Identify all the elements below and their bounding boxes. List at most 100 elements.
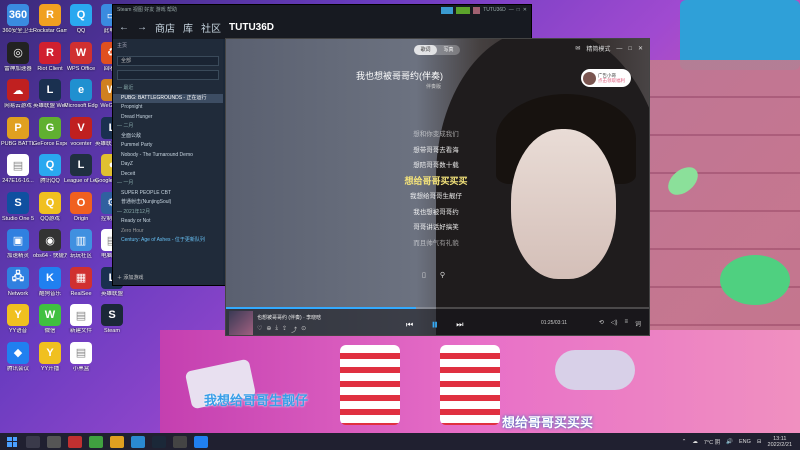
desktop-icon[interactable]: S Studio One 5 — [2, 191, 34, 223]
desktop-icon[interactable]: ▤ 小黑盒 — [66, 341, 96, 373]
taskbar-pubg-icon[interactable] — [110, 435, 124, 448]
next-icon[interactable]: ⏭ — [456, 320, 463, 330]
nav-username[interactable]: TUTU36D — [229, 22, 274, 33]
toggle-photo[interactable]: 写真 — [437, 45, 460, 55]
desktop-icon[interactable]: GGeForce Experience — [33, 116, 67, 148]
playlist-icon[interactable]: ≡ — [624, 319, 628, 328]
mail-icon[interactable]: ✉ — [575, 45, 580, 52]
lyric-line[interactable]: 想和你变成我们 — [356, 127, 516, 143]
desktop-icon[interactable]: ▥ 玩玩社区 — [66, 229, 96, 260]
lyric-line[interactable]: 我也想被哥哥约 — [356, 205, 516, 221]
library-game-item[interactable]: Zero Hour — [113, 227, 223, 237]
forward-icon[interactable]: ⤴ — [291, 325, 297, 334]
library-game-item[interactable]: Propnight — [113, 103, 223, 113]
add-game-button[interactable]: ＋ 添加游戏 — [117, 274, 143, 281]
desktop-icon[interactable]: PPUBG BATTLEGROUNDS — [1, 116, 35, 148]
previous-icon[interactable]: ⏮ — [406, 320, 413, 330]
lyric-line[interactable]: 而且帅气有礼貌 — [356, 236, 516, 252]
share-icon[interactable]: ⇪ — [282, 325, 287, 334]
desktop-lyrics-button[interactable]: 词 — [635, 319, 641, 328]
lyric-line[interactable]: 我想给哥哥生靓仔 — [356, 189, 516, 205]
desktop-icon[interactable]: Y YY语音 — [3, 304, 33, 335]
library-game-item[interactable]: Ready or Not — [113, 217, 223, 227]
taskbar-obs-icon[interactable] — [173, 435, 187, 448]
library-game-item[interactable]: Nobody - The Turnaround Demo — [113, 151, 223, 161]
weather-icon[interactable]: ☁ — [692, 439, 698, 445]
taskbar-app-icon[interactable] — [68, 435, 82, 448]
pause-icon[interactable]: ⏸ — [431, 316, 438, 333]
current-lyric-line[interactable]: 想给哥哥买买买 — [356, 174, 516, 190]
desktop-icon[interactable]: ◉ obs64 - 快捷方式 — [33, 229, 67, 260]
nav-store[interactable]: 商店 — [155, 20, 175, 35]
windows-start-icon[interactable] — [5, 435, 19, 449]
nav-community[interactable]: 社区 — [201, 20, 221, 35]
desktop-icon[interactable]: Q QQ游戏 — [35, 191, 65, 223]
desktop-icon[interactable]: Q QQ — [66, 4, 96, 35]
tray-expand-icon[interactable]: ⌃ — [682, 439, 687, 445]
taskbar-search-icon[interactable] — [26, 435, 40, 448]
desktop-icon[interactable]: R Rockstar Games — [33, 4, 67, 35]
taskbar-steam-icon[interactable] — [152, 435, 166, 448]
close-icon[interactable]: ✕ — [638, 45, 643, 52]
mini-mode-button[interactable]: 精简模式 — [586, 44, 610, 53]
desktop-icon[interactable]: 🖧 Network — [3, 266, 33, 298]
library-game-item[interactable]: Pummel Party — [113, 141, 223, 151]
lyrics-photo-toggle[interactable]: 歌词 写真 — [414, 45, 460, 55]
like-icon[interactable]: ♡ — [257, 325, 262, 334]
desktop-icon[interactable]: Y YY开播 — [35, 341, 65, 373]
library-game-item[interactable]: DayZ — [113, 160, 223, 170]
lyric-line[interactable]: 想陪哥哥数十载 — [356, 158, 516, 174]
desktop-icon[interactable]: ◎ 雷神加速器 — [3, 41, 33, 73]
desktop-icon[interactable]: ▣ 加速精灵 — [3, 229, 33, 260]
desktop-icon[interactable]: e Microsoft Edge — [64, 79, 98, 110]
taskbar-clock[interactable]: 13:11 2022/2/21 — [768, 436, 792, 448]
loop-icon[interactable]: ⟲ — [599, 319, 604, 328]
library-game-item[interactable]: Deceit — [113, 170, 223, 180]
library-game-item[interactable]: Dread Hunger — [113, 113, 223, 123]
desktop-icon[interactable]: 360 360安全卫士 — [2, 4, 34, 35]
desktop-icon[interactable]: K 酷狗音乐 — [35, 266, 65, 298]
maximize-icon[interactable]: □ — [628, 46, 632, 52]
back-arrow-icon[interactable]: ← — [119, 22, 129, 33]
library-filter-dropdown[interactable]: 全部 — [117, 56, 219, 66]
library-game-item[interactable]: 全面公敌 — [113, 132, 223, 142]
desktop-icon[interactable]: ☁ 网易云游戏 — [3, 79, 33, 110]
steam-menu[interactable]: Steam 视图 好友 游戏 帮助 — [117, 5, 177, 15]
player-song-name[interactable]: 也想被哥哥约 (伴奏) · 李晓晗 — [257, 314, 321, 321]
desktop-icon[interactable]: Q 腾讯QQ — [35, 154, 65, 185]
desktop-icon[interactable]: ▤ 247E16-16... — [2, 154, 34, 185]
desktop-icon[interactable]: ▦ RealSee — [66, 266, 96, 298]
desktop-icon[interactable]: ◆ 腾讯会议 — [3, 341, 33, 373]
library-home[interactable]: 主页 — [113, 39, 223, 52]
taskbar-task-view-icon[interactable] — [47, 435, 61, 448]
library-game-item[interactable]: 普通射击(NunjingSoul) — [113, 198, 223, 208]
desktop-icon[interactable]: R Riot Client — [35, 41, 65, 73]
maximize-icon[interactable]: □ — [517, 5, 520, 15]
taskbar-kugou-icon[interactable] — [194, 435, 208, 448]
lyric-panel-icon[interactable]: ▯ — [422, 271, 426, 279]
toggle-lyrics[interactable]: 歌词 — [414, 45, 437, 55]
add-icon[interactable]: ⊕ — [266, 325, 271, 334]
desktop-lyric-line-2[interactable]: 想给哥哥买买买 — [502, 412, 593, 431]
lyric-line[interactable]: 想带哥哥去看海 — [356, 143, 516, 159]
forward-arrow-icon[interactable]: → — [137, 22, 147, 33]
close-icon[interactable]: ✕ — [523, 5, 527, 15]
ime-icon[interactable]: ⊟ — [757, 439, 762, 445]
desktop-icon[interactable]: W WPS Office — [66, 41, 96, 73]
desktop-icon[interactable]: L 英雄联盟 WeGame版 — [33, 79, 67, 110]
desktop-lyric-line-1[interactable]: 我想给哥哥生靓仔 — [204, 390, 308, 409]
lyric-search-icon[interactable]: ⚲ — [440, 271, 445, 279]
taskbar-edge-icon[interactable] — [131, 435, 145, 448]
user-promo-action[interactable]: 点击领取福利 — [598, 78, 625, 83]
desktop-icon[interactable]: Vvocenter — [66, 116, 96, 148]
album-cover[interactable] — [229, 311, 253, 335]
desktop-icon[interactable]: L League of Legends — [64, 154, 98, 185]
minimize-icon[interactable]: — — [509, 5, 514, 15]
desktop-icon[interactable]: W 微信 — [35, 304, 65, 335]
volume-icon[interactable]: ◁) — [611, 319, 618, 328]
library-search-input[interactable] — [117, 70, 219, 80]
desktop-icon[interactable]: O Origin — [66, 191, 96, 223]
input-language[interactable]: ENG — [739, 439, 751, 445]
steam-avatar[interactable] — [473, 6, 481, 14]
download-icon[interactable]: ⤓ — [275, 325, 278, 334]
